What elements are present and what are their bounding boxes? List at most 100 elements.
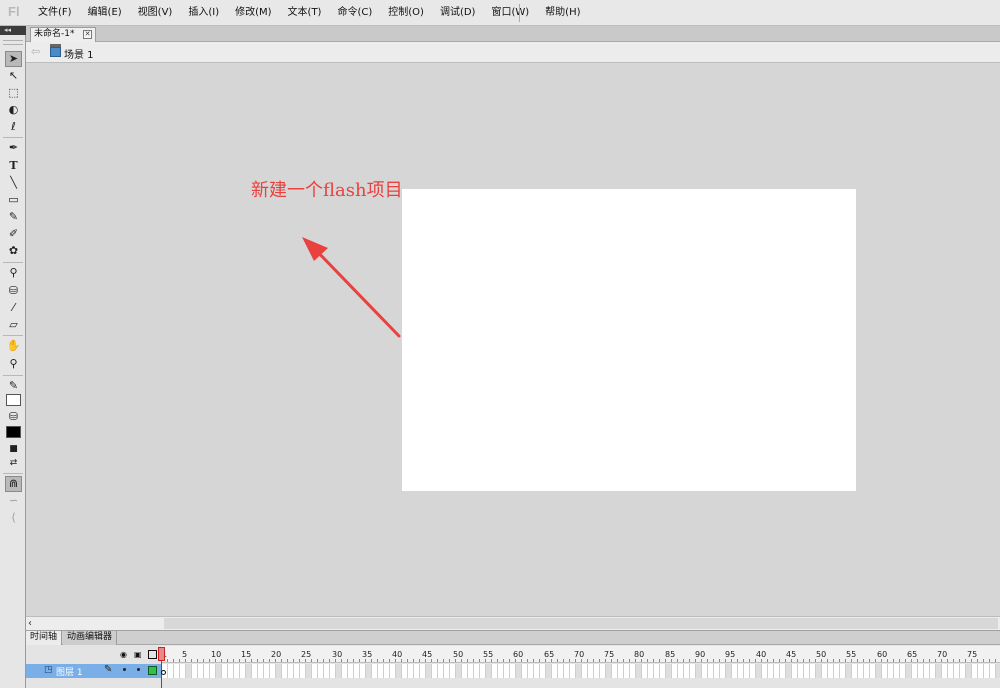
tool-separator	[3, 335, 23, 336]
frame-number: 20	[271, 650, 282, 659]
menu-view[interactable]: 视图(V)	[130, 0, 181, 26]
app-logo: Fl	[8, 4, 20, 19]
tool-separator	[3, 137, 23, 138]
frame-number: 15	[241, 650, 252, 659]
fill-color-icon[interactable]: ⛁	[5, 409, 22, 425]
frame-number: 70	[937, 650, 948, 659]
stage-canvas[interactable]	[402, 189, 856, 491]
frame-number: 55	[846, 650, 857, 659]
panel-grip[interactable]	[3, 40, 23, 45]
close-icon[interactable]: ✕	[83, 30, 92, 39]
scene-icon	[50, 44, 61, 57]
edit-bar: ⇦ 场景 1	[26, 42, 1000, 63]
zoom-tool-icon[interactable]: ⚲	[5, 356, 22, 372]
layer-row[interactable]: ◳ 图层 1 ✎	[26, 664, 163, 678]
frame-number: 95	[725, 650, 736, 659]
frame-row[interactable]	[161, 664, 1000, 678]
visible-dot[interactable]	[123, 668, 126, 671]
frame-number: 40	[392, 650, 403, 659]
document-tab-bar: 未命名-1* ✕	[26, 26, 1000, 42]
frame-number: 40	[756, 650, 767, 659]
frame-number: 65	[544, 650, 555, 659]
frame-number: 75	[967, 650, 978, 659]
pen-tool-icon[interactable]: ✒	[5, 140, 22, 156]
swap-colors-icon[interactable]: ⇄	[5, 455, 22, 471]
horizontal-scrollbar[interactable]: ‹	[26, 616, 1000, 630]
straighten-icon[interactable]: ⟨	[5, 510, 22, 526]
menu-insert[interactable]: 插入(I)	[180, 0, 227, 26]
fill-color-swatch[interactable]	[6, 426, 21, 438]
playhead[interactable]	[158, 647, 165, 661]
eye-icon[interactable]: ◉	[120, 650, 127, 659]
smooth-icon[interactable]: ∽	[5, 493, 22, 509]
snap-to-objects-icon[interactable]: ⋒	[5, 476, 22, 492]
line-tool-icon[interactable]: ╲	[5, 175, 22, 191]
stroke-color-icon[interactable]: ✎	[5, 378, 22, 394]
keyframe-marker[interactable]	[161, 670, 166, 675]
document-tab[interactable]: 未命名-1* ✕	[30, 27, 96, 42]
tool-separator	[3, 375, 23, 376]
rectangle-tool-icon[interactable]: ▭	[5, 192, 22, 208]
tab-motion-editor[interactable]: 动画编辑器	[63, 631, 118, 645]
menu-edit[interactable]: 编辑(E)	[80, 0, 130, 26]
bone-tool-icon[interactable]: ⚲	[5, 265, 22, 281]
paint-bucket-tool-icon[interactable]: ⛁	[5, 283, 22, 299]
collapse-panel-icon[interactable]: ◂◂	[0, 26, 26, 35]
frame-number: 30	[332, 650, 343, 659]
outline-icon[interactable]	[148, 650, 157, 659]
3d-rotation-tool-icon[interactable]: ◐	[5, 102, 22, 118]
pencil-tool-icon[interactable]: ✎	[5, 209, 22, 225]
selection-tool-icon[interactable]: ➤	[5, 51, 22, 67]
pencil-icon: ✎	[104, 664, 113, 675]
work-area: 新建一个flash项目	[26, 64, 1000, 616]
menu-file[interactable]: 文件(F)	[30, 0, 80, 26]
menu-help[interactable]: 帮助(H)	[537, 0, 588, 26]
timeline-tabs: 时间轴 动画编辑器	[26, 631, 1000, 645]
menu-separator	[519, 4, 520, 22]
hand-tool-icon[interactable]: ✋	[5, 338, 22, 354]
frame-number: 90	[695, 650, 706, 659]
text-tool-icon[interactable]: T	[5, 158, 22, 174]
menu-commands[interactable]: 命令(C)	[329, 0, 380, 26]
frame-number: 55	[483, 650, 494, 659]
lock-dot[interactable]	[137, 668, 140, 671]
frame-number: 60	[877, 650, 888, 659]
frame-number: 10	[211, 650, 222, 659]
timeline-panel: 时间轴 动画编辑器 ◉ ▣ ◳ 图层 1 ✎ 1 5 10 15 20 25 3…	[26, 630, 1000, 688]
frame-ticks	[161, 659, 1000, 662]
frame-number: 80	[634, 650, 645, 659]
frame-number: 85	[665, 650, 676, 659]
frame-number: 60	[513, 650, 524, 659]
scene-label[interactable]: 场景 1	[64, 46, 94, 61]
menu-text[interactable]: 文本(T)	[280, 0, 330, 26]
frame-ruler[interactable]: 1 5 10 15 20 25 30 35 40 45 50 55 60 65 …	[161, 646, 1000, 663]
free-transform-tool-icon[interactable]: ⬚	[5, 85, 22, 101]
frame-number: 70	[574, 650, 585, 659]
back-arrow-icon[interactable]: ⇦	[31, 45, 40, 58]
lock-icon[interactable]: ▣	[134, 650, 142, 659]
subselection-tool-icon[interactable]: ↖	[5, 68, 22, 84]
menu-control[interactable]: 控制(O)	[380, 0, 432, 26]
layer-header: ◉ ▣	[26, 646, 163, 663]
menu-window[interactable]: 窗口(W)	[483, 0, 537, 26]
eyedropper-tool-icon[interactable]: ⁄	[5, 300, 22, 316]
menu-bar: Fl 文件(F) 编辑(E) 视图(V) 插入(I) 修改(M) 文本(T) 命…	[0, 0, 1000, 26]
tool-separator	[3, 262, 23, 263]
frame-number: 45	[422, 650, 433, 659]
frame-number: 25	[301, 650, 312, 659]
layer-name[interactable]: 图层 1	[56, 665, 83, 678]
eraser-tool-icon[interactable]: ▱	[5, 317, 22, 333]
menu-modify[interactable]: 修改(M)	[227, 0, 279, 26]
menu-debug[interactable]: 调试(D)	[432, 0, 484, 26]
tab-timeline[interactable]: 时间轴	[26, 631, 63, 645]
scrollbar-thumb[interactable]	[164, 618, 998, 629]
scroll-left-icon[interactable]: ‹	[28, 617, 32, 630]
brush-tool-icon[interactable]: ✐	[5, 226, 22, 242]
deco-tool-icon[interactable]: ✿	[5, 243, 22, 259]
layer-outline-swatch[interactable]	[148, 666, 157, 675]
annotation-text: 新建一个flash项目	[251, 180, 403, 201]
lasso-tool-icon[interactable]: ℓ	[5, 119, 22, 135]
stroke-color-swatch[interactable]	[6, 394, 21, 406]
frame-number: 5	[182, 650, 188, 659]
frame-number: 65	[907, 650, 918, 659]
